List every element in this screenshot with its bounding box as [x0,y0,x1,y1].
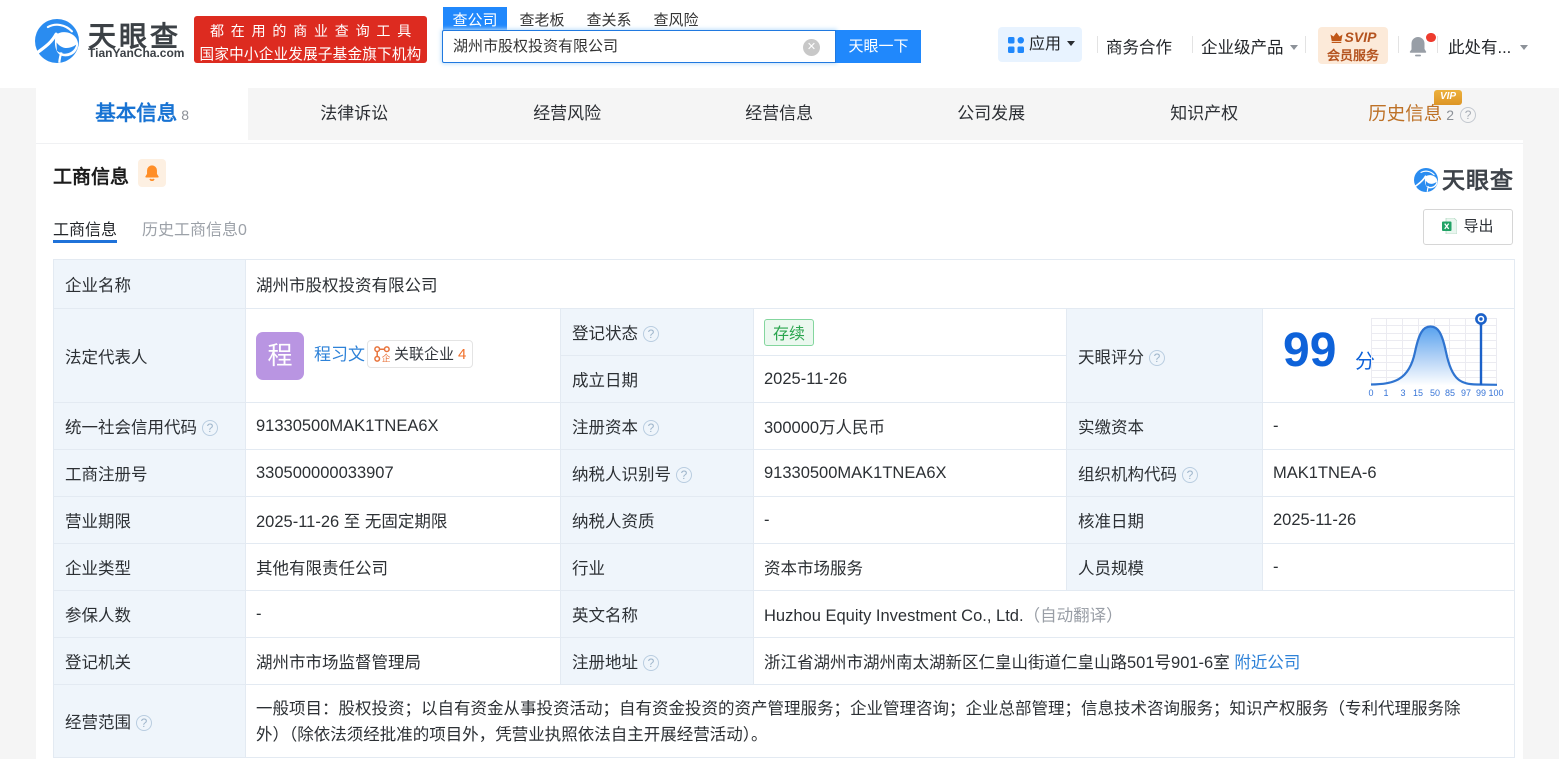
svg-text:50: 50 [1430,388,1440,398]
svg-text:3: 3 [1400,388,1405,398]
svg-text:99: 99 [1476,388,1486,398]
svg-text:企: 企 [382,352,390,362]
svg-text:97: 97 [1461,388,1471,398]
svg-text:100: 100 [1488,388,1503,398]
svg-text:15: 15 [1413,388,1423,398]
svg-text:1: 1 [1383,388,1388,398]
svg-text:0: 0 [1368,388,1373,398]
svg-text:85: 85 [1445,388,1455,398]
